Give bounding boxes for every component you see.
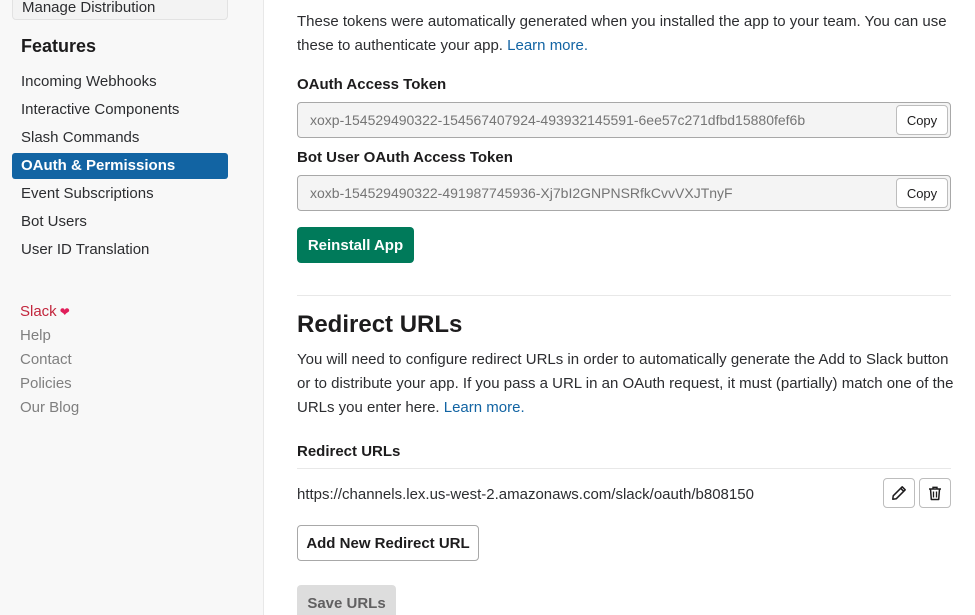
redirect-url-item: https://channels.lex.us-west-2.amazonaws… — [297, 486, 754, 503]
sidebar-item-interactive-components[interactable]: Interactive Components — [12, 97, 228, 123]
redirect-urls-title: Redirect URLs — [297, 311, 463, 338]
save-urls-button[interactable]: Save URLs — [297, 585, 396, 615]
sidebar-item-manage-distribution[interactable]: Manage Distribution — [12, 0, 228, 20]
sidebar-item-incoming-webhooks[interactable]: Incoming Webhooks — [12, 69, 228, 95]
features-heading: Features — [21, 36, 97, 56]
tokens-intro-text: These tokens were automatically generate… — [297, 13, 947, 54]
tokens-learn-more-link[interactable]: Learn more. — [507, 37, 588, 54]
tokens-intro: These tokens were automatically generate… — [297, 10, 957, 58]
bot-token-value[interactable]: xoxb-154529490322-491987745936-Xj7bI2GNP… — [310, 176, 900, 210]
oauth-token-field[interactable]: xoxp-154529490322-154567407924-493932145… — [297, 102, 951, 138]
copy-oauth-token-button[interactable]: Copy — [896, 105, 948, 135]
sidebar-item-event-subscriptions[interactable]: Event Subscriptions — [12, 181, 228, 207]
reinstall-app-button[interactable]: Reinstall App — [297, 227, 414, 263]
redirect-learn-more-link[interactable]: Learn more. — [444, 399, 525, 416]
heart-icon: ❤ — [59, 305, 70, 319]
redirect-urls-header-divider — [297, 468, 951, 469]
sidebar: Manage Distribution Features Incoming We… — [0, 0, 264, 615]
bot-token-label: Bot User OAuth Access Token — [297, 149, 513, 166]
footer-link-our-blog[interactable]: Our Blog — [20, 396, 79, 420]
footer-link-policies[interactable]: Policies — [20, 372, 79, 396]
oauth-token-value[interactable]: xoxp-154529490322-154567407924-493932145… — [310, 103, 900, 137]
bot-token-field[interactable]: xoxb-154529490322-491987745936-Xj7bI2GNP… — [297, 175, 951, 211]
sidebar-item-user-id-translation[interactable]: User ID Translation — [12, 237, 228, 263]
footer-link-slack-label: Slack — [20, 303, 57, 320]
footer-link-contact[interactable]: Contact — [20, 348, 79, 372]
sidebar-item-slash-commands[interactable]: Slash Commands — [12, 125, 228, 151]
footer-links: Slack ❤ Help Contact Policies Our Blog — [20, 300, 79, 420]
section-divider — [297, 295, 951, 296]
copy-bot-token-button[interactable]: Copy — [896, 178, 948, 208]
redirect-description-text: You will need to configure redirect URLs… — [297, 351, 954, 416]
sidebar-item-oauth-permissions[interactable]: OAuth & Permissions — [12, 153, 228, 179]
add-redirect-url-button[interactable]: Add New Redirect URL — [297, 525, 479, 561]
sidebar-item-bot-users[interactable]: Bot Users — [12, 209, 228, 235]
footer-link-slack[interactable]: Slack ❤ — [20, 300, 79, 324]
page: Manage Distribution Features Incoming We… — [0, 0, 975, 615]
delete-redirect-url-button[interactable] — [919, 478, 951, 508]
oauth-token-label: OAuth Access Token — [297, 76, 447, 93]
edit-redirect-url-button[interactable] — [883, 478, 915, 508]
pencil-icon — [892, 486, 906, 500]
redirect-urls-description: You will need to configure redirect URLs… — [297, 348, 957, 420]
trash-icon — [929, 486, 941, 501]
redirect-urls-list-header: Redirect URLs — [297, 443, 401, 460]
sidebar-nav: Incoming Webhooks Interactive Components… — [12, 69, 228, 265]
footer-link-help[interactable]: Help — [20, 324, 79, 348]
